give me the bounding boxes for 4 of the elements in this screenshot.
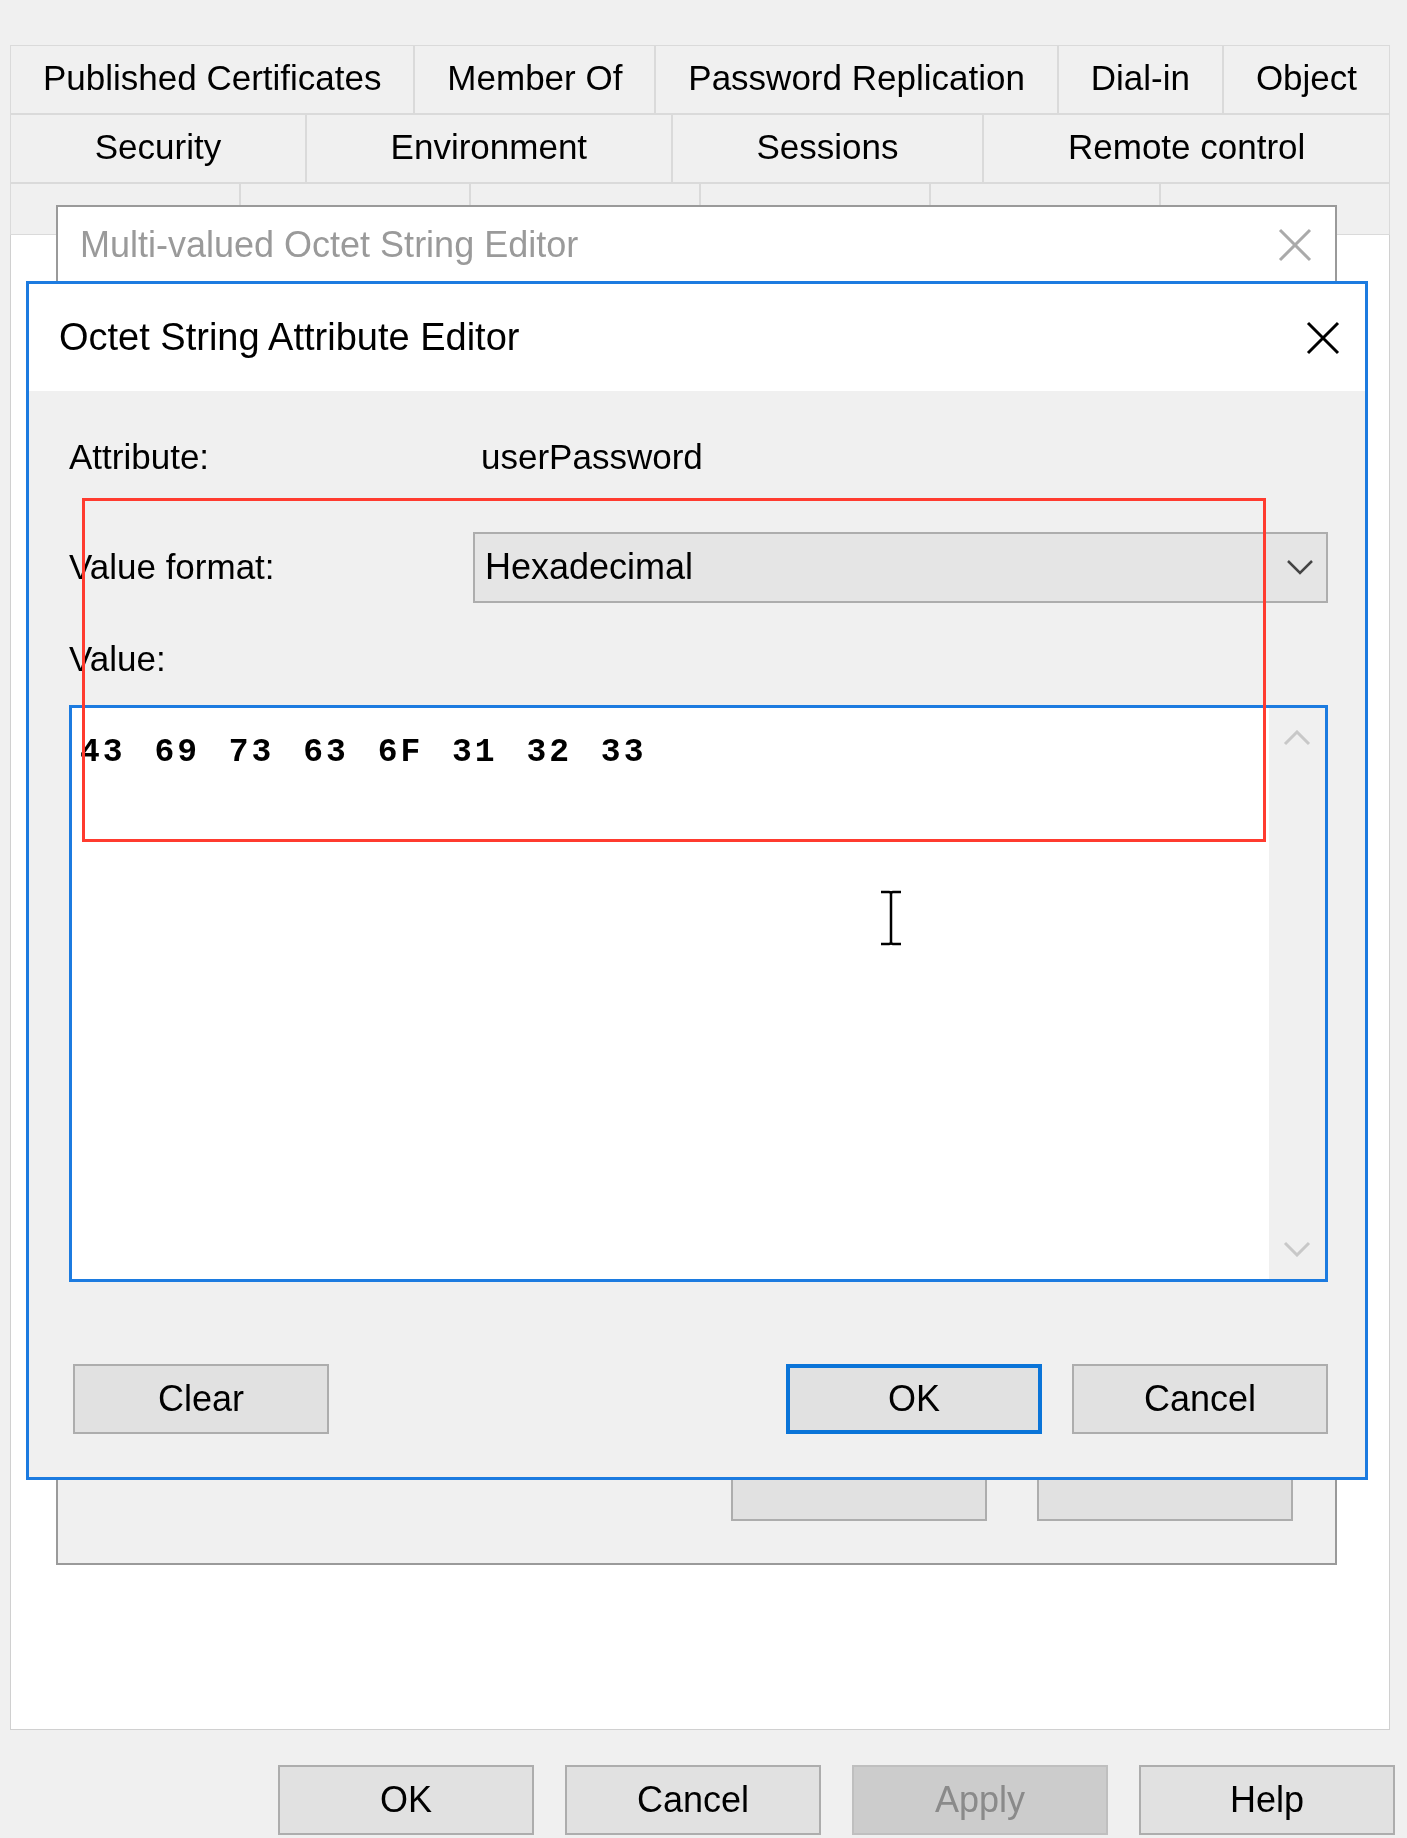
attribute-value: userPassword — [481, 436, 703, 478]
attribute-label: Attribute: — [69, 436, 211, 478]
window-title: Multi-valued Octet String Editor — [80, 223, 579, 267]
window-title: Octet String Attribute Editor — [59, 315, 520, 360]
